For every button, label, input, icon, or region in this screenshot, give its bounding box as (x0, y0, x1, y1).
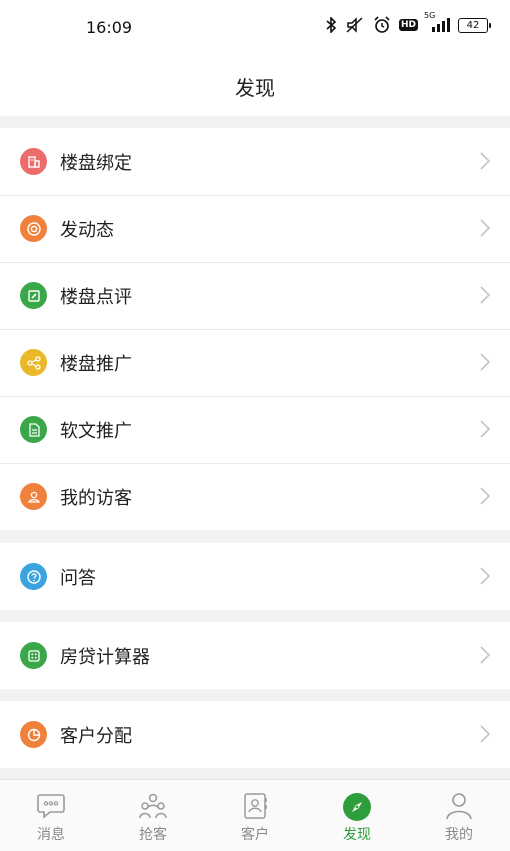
building-icon (20, 148, 47, 175)
menu-item-label: 客户分配 (60, 725, 132, 747)
tab-profile[interactable]: 我的 (408, 780, 510, 851)
chevron-right-icon (480, 152, 490, 170)
share-icon (20, 349, 47, 376)
menu-group-tools: 房贷计算器 (0, 622, 510, 689)
bottom-tab-bar: 消息 抢客 客户 发现 我的 (0, 779, 510, 851)
menu-item-label: 我的访客 (60, 487, 132, 509)
chevron-right-icon (480, 567, 490, 585)
menu-item-label: 问答 (60, 567, 96, 589)
chevron-right-icon (480, 725, 490, 743)
chevron-right-icon (480, 286, 490, 304)
tab-label: 发现 (343, 827, 371, 843)
tab-label: 我的 (445, 827, 473, 843)
user-icon (20, 483, 47, 510)
tab-customers[interactable]: 客户 (204, 780, 306, 851)
menu-item-label: 楼盘绑定 (60, 152, 132, 174)
menu-item-article-promotion[interactable]: 软文推广 (0, 396, 510, 463)
menu-item-property-binding[interactable]: 楼盘绑定 (0, 128, 510, 195)
menu-item-customer-allocation[interactable]: 客户分配 (0, 701, 510, 768)
status-time: 16:09 (86, 18, 133, 37)
contacts-icon (244, 793, 267, 819)
mute-icon (345, 17, 365, 33)
chevron-right-icon (480, 420, 490, 438)
menu-group-content: 楼盘绑定 发动态 楼盘点评 楼盘推广 软文推广 我的访客 (0, 128, 510, 530)
menu-item-property-review[interactable]: 楼盘点评 (0, 262, 510, 329)
menu-item-label: 发动态 (60, 219, 114, 241)
chevron-right-icon (480, 487, 490, 505)
profile-icon (446, 793, 472, 820)
document-icon (20, 416, 47, 443)
network-label: 5G (424, 11, 436, 20)
target-icon (20, 215, 47, 242)
tab-messages[interactable]: 消息 (0, 780, 102, 851)
chevron-right-icon (480, 219, 490, 237)
question-icon (20, 563, 47, 590)
tab-grab-customers[interactable]: 抢客 (102, 780, 204, 851)
edit-icon (20, 282, 47, 309)
menu-item-label: 房贷计算器 (60, 646, 150, 668)
menu-item-property-promotion[interactable]: 楼盘推广 (0, 329, 510, 396)
tab-label: 客户 (241, 827, 269, 843)
battery-icon: 42 (458, 17, 491, 33)
tab-discover[interactable]: 发现 (306, 780, 408, 851)
tab-label: 消息 (37, 827, 65, 843)
menu-item-mortgage-calculator[interactable]: 房贷计算器 (0, 622, 510, 689)
menu-item-label: 软文推广 (60, 420, 132, 442)
chat-icon (37, 794, 65, 819)
page-title: 发现 (235, 75, 275, 100)
menu-item-label: 楼盘推广 (60, 353, 132, 375)
menu-item-qa[interactable]: 问答 (0, 543, 510, 610)
people-icon (139, 793, 167, 819)
signal-icon: 5G (424, 11, 450, 33)
status-icons: HD 5G 42 (325, 11, 491, 34)
status-bar: 16:09 HD 5G 42 (0, 0, 510, 56)
bluetooth-icon (325, 17, 337, 33)
menu-group-customers: 客户分配 (0, 701, 510, 768)
chevron-right-icon (480, 353, 490, 371)
menu-item-label: 楼盘点评 (60, 286, 132, 308)
menu-item-post-update[interactable]: 发动态 (0, 195, 510, 262)
pie-icon (20, 721, 47, 748)
compass-icon (343, 793, 371, 821)
tab-label: 抢客 (139, 827, 167, 843)
menu-item-my-visitors[interactable]: 我的访客 (0, 463, 510, 530)
chevron-right-icon (480, 646, 490, 664)
alarm-icon (373, 16, 391, 34)
calculator-icon (20, 642, 47, 669)
header: 发现 (0, 56, 510, 116)
menu-group-qa: 问答 (0, 543, 510, 610)
hd-badge: HD (398, 19, 418, 31)
